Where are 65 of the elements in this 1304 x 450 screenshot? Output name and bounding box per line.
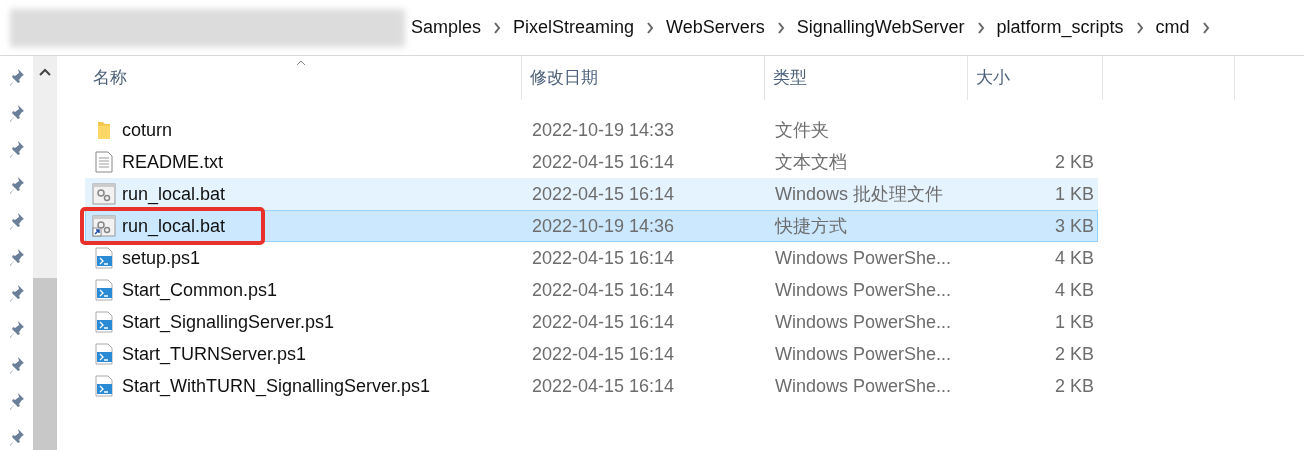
file-size: 2 KB [1054, 152, 1094, 172]
file-size: 1 KB [1054, 312, 1094, 332]
file-size: 4 KB [1054, 280, 1094, 300]
file-name: run_local.bat [122, 184, 226, 204]
file-type: Windows PowerShe... [774, 312, 953, 332]
file-row[interactable]: run_local.bat 2022-10-19 14:36 快捷方式 3 KB [85, 210, 1098, 242]
file-type: Windows 批处理文件 [774, 184, 945, 204]
breadcrumb-item[interactable]: PixelStreaming [513, 14, 635, 41]
file-type: Windows PowerShe... [774, 280, 953, 300]
file-size: 2 KB [1054, 344, 1094, 364]
file-type: 文件夹 [774, 120, 830, 140]
breadcrumb-item[interactable]: platform_scripts [996, 14, 1124, 41]
file-name: Start_SignallingServer.ps1 [122, 312, 335, 332]
gears-window-icon [92, 183, 116, 205]
breadcrumb-item[interactable]: WebServers [666, 14, 765, 41]
modified-date: 2022-04-15 16:14 [531, 152, 676, 172]
file-type: Windows PowerShe... [774, 376, 953, 396]
scrollbar-thumb[interactable] [33, 278, 57, 450]
chevron-right-icon [776, 21, 785, 34]
modified-date: 2022-10-19 14:36 [531, 216, 676, 236]
powershell-script-icon [93, 279, 115, 301]
column-header[interactable]: 大小 [968, 56, 1103, 100]
modified-date: 2022-04-15 16:14 [531, 344, 676, 364]
column-header[interactable]: 类型 [765, 56, 968, 100]
chevron-right-icon [1201, 21, 1210, 34]
file-name: run_local.bat [122, 216, 226, 236]
file-name: README.txt [122, 152, 223, 172]
file-name: setup.ps1 [122, 248, 201, 268]
file-type: 文本文档 [774, 152, 848, 172]
powershell-script-icon [93, 375, 115, 397]
chevron-right-icon [493, 21, 502, 34]
file-name: Start_Common.ps1 [122, 280, 278, 300]
column-header[interactable]: 名称 [85, 56, 522, 100]
shortcut-gears-icon [92, 215, 116, 237]
chevron-right-icon [1135, 21, 1144, 34]
file-type: Windows PowerShe... [774, 344, 953, 364]
powershell-script-icon [93, 343, 115, 365]
breadcrumb-item[interactable]: SignallingWebServer [796, 14, 965, 41]
modified-date: 2022-04-15 16:14 [531, 376, 676, 396]
sort-caret-icon[interactable] [296, 60, 306, 66]
modified-date: 2022-10-19 14:33 [531, 120, 676, 140]
modified-date: 2022-04-15 16:14 [531, 312, 676, 332]
powershell-script-icon [93, 311, 115, 333]
breadcrumb-item[interactable]: Samples [411, 14, 482, 41]
document-icon [94, 151, 114, 173]
modified-date: 2022-04-15 16:14 [531, 248, 676, 268]
scroll-up-icon[interactable] [39, 68, 51, 76]
file-name: Start_WithTURN_SignallingServer.ps1 [122, 376, 431, 396]
file-size: 3 KB [1054, 216, 1094, 236]
file-size: 1 KB [1054, 184, 1094, 204]
file-name: Start_TURNServer.ps1 [122, 344, 307, 364]
file-type: Windows PowerShe... [774, 248, 953, 268]
file-row[interactable]: run_local.bat 2022-04-15 16:14 Windows 批处理文件 1 KB [85, 178, 1098, 210]
powershell-script-icon [93, 247, 115, 269]
file-type: 快捷方式 [773, 216, 848, 236]
breadcrumb-item[interactable]: cmd [1155, 14, 1190, 41]
folder-icon [95, 120, 113, 140]
file-size: 4 KB [1054, 248, 1094, 268]
column-header[interactable]: 修改日期 [522, 56, 765, 100]
modified-date: 2022-04-15 16:14 [531, 280, 676, 300]
chevron-right-icon [976, 21, 985, 34]
file-size: 2 KB [1054, 376, 1094, 396]
modified-date: 2022-04-15 16:14 [531, 184, 676, 204]
file-name: coturn [122, 120, 173, 140]
chevron-right-icon [646, 21, 655, 34]
